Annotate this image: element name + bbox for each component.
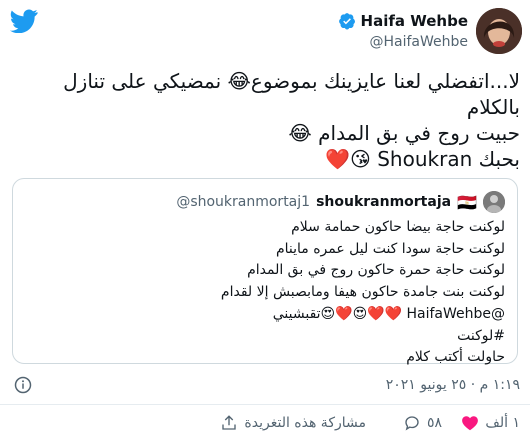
quoted-avatar-icon bbox=[483, 191, 505, 213]
divider bbox=[0, 404, 530, 405]
verified-badge-icon bbox=[338, 13, 355, 30]
quoted-tweet-header: @shoukranmortaj1 shoukranmortaja 🇪🇬 bbox=[176, 191, 505, 213]
like-action[interactable]: ١ ألف bbox=[461, 414, 520, 432]
egypt-flag-icon: 🇪🇬 bbox=[457, 192, 477, 212]
author-name-row[interactable]: Haifa Wehbe bbox=[338, 12, 468, 30]
avatar-portrait-icon bbox=[476, 8, 522, 54]
reply-bubble-icon bbox=[405, 416, 419, 431]
tweet-text: لا...اتفضلي لعنا عايزينك بموضوع😂 نمضيكي … bbox=[63, 69, 520, 171]
share-action[interactable]: مشاركة هذه التغريدة bbox=[220, 414, 366, 432]
quoted-tweet[interactable]: @shoukranmortaj1 shoukranmortaja 🇪🇬 لوكن… bbox=[12, 178, 518, 365]
quoted-name: shoukranmortaja bbox=[316, 194, 452, 210]
like-count: ١ ألف bbox=[485, 415, 520, 431]
reply-count: ٥٨ bbox=[426, 415, 442, 431]
quoted-avatar bbox=[483, 191, 505, 213]
quoted-tweet-text: لوكنت حاجة بيضا حاكون حمامة سلام لوكنت ح… bbox=[220, 219, 505, 366]
quoted-handle: @shoukranmortaj1 bbox=[176, 194, 311, 210]
share-label: مشاركة هذه التغريدة bbox=[244, 415, 366, 431]
reply-action[interactable]: ٥٨ bbox=[403, 414, 442, 432]
tweet-timestamp[interactable]: ١:١٩ م · ٢٥ يونيو ٢٠٢١ bbox=[386, 377, 520, 393]
heart-icon bbox=[462, 416, 479, 431]
info-icon[interactable] bbox=[14, 376, 32, 394]
author-name: Haifa Wehbe bbox=[360, 12, 468, 30]
tweet-actions: ١ ألف ٥٨ مشاركة هذه التغريدة bbox=[0, 414, 530, 438]
share-icon bbox=[222, 415, 237, 430]
author-avatar[interactable] bbox=[476, 8, 522, 54]
twitter-logo-icon[interactable] bbox=[10, 9, 38, 33]
author-handle[interactable]: @HaifaWehbe bbox=[369, 34, 468, 50]
